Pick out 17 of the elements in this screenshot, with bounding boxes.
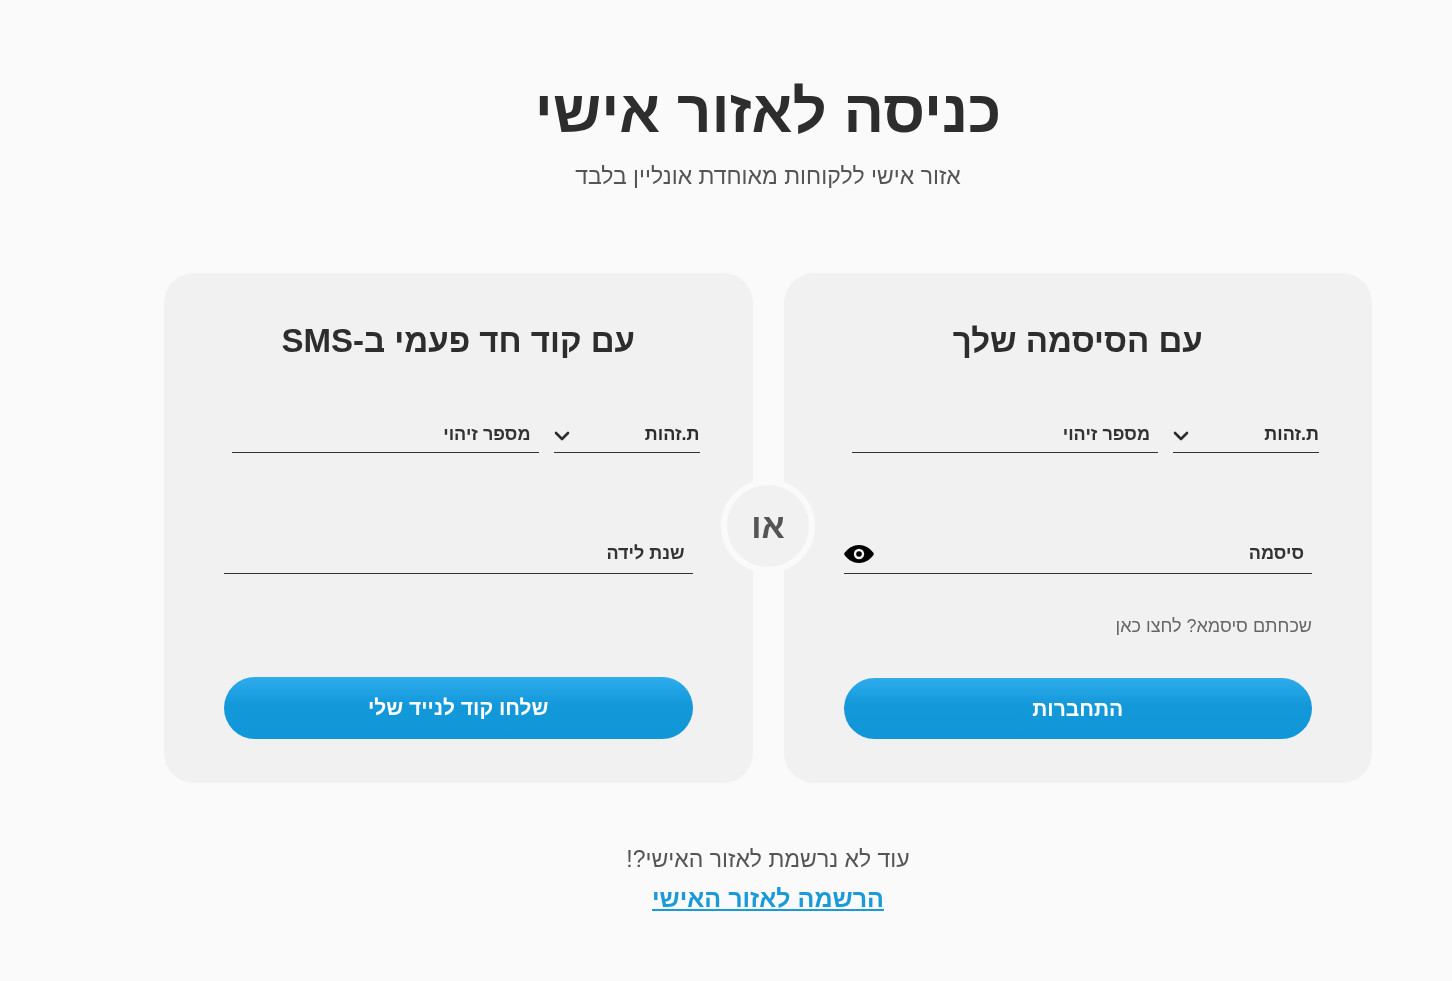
page-title: כניסה לאזור אישי xyxy=(534,77,1002,147)
id-type-select[interactable]: ת.זהות xyxy=(1173,415,1319,453)
page-subtitle: אזור אישי ללקוחות מאוחדת אונליין בלבד xyxy=(575,162,961,191)
submit-button[interactable]: שלחו קוד לנייד שלי xyxy=(224,677,693,739)
chevron-down-icon xyxy=(553,430,570,441)
submit-button[interactable]: התחברות xyxy=(843,678,1312,739)
card-title: עם קוד חד פעמי ב-SMS xyxy=(280,321,636,361)
signup-prompt: עוד לא נרשמת לאזור האישי?! xyxy=(626,845,910,874)
id-number-field[interactable]: מספר זיהוי xyxy=(232,417,539,453)
id-number-field[interactable]: מספר זיהוי xyxy=(851,417,1158,453)
card-title: עם הסיסמה שלך xyxy=(951,321,1204,361)
forgot-password-link[interactable]: שכחתם סיסמא? לחצו כאן xyxy=(1115,614,1312,638)
id-type-select[interactable]: ת.זהות xyxy=(553,415,700,453)
chevron-down-icon xyxy=(1173,430,1189,441)
eye-icon[interactable] xyxy=(843,545,874,563)
signup-link[interactable]: הרשמה לאזור האישי xyxy=(652,882,884,914)
birth-year-field[interactable]: שנת לידה xyxy=(224,534,693,574)
